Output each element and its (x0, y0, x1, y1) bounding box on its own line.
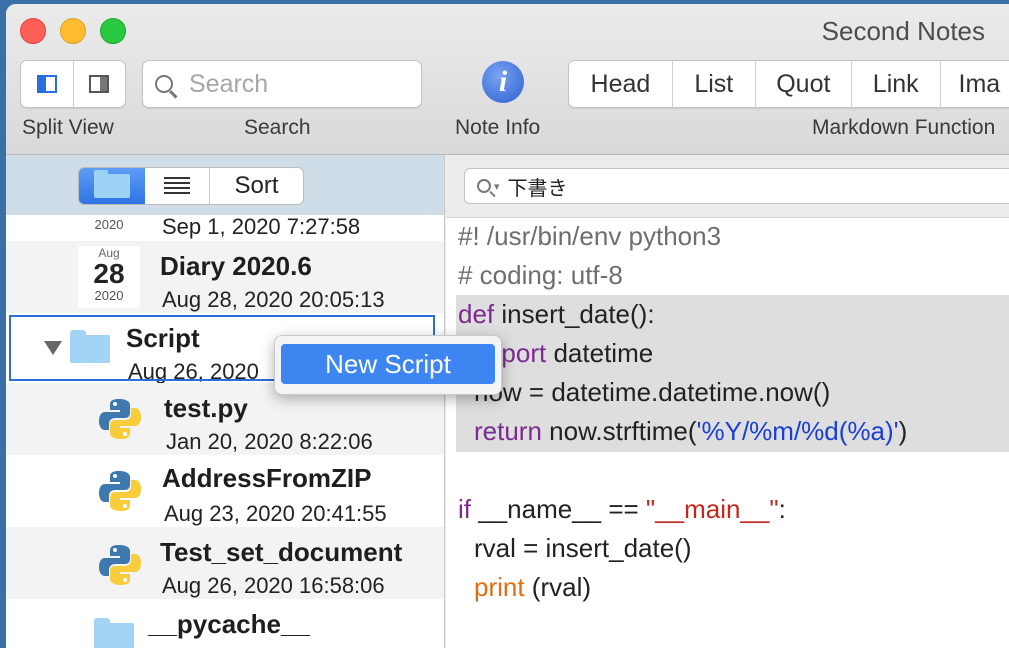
list-icon (164, 177, 190, 195)
code-line: if __name__ == "__main__": (458, 494, 786, 524)
python-file-icon (99, 399, 141, 439)
code-line: rval = insert_date() (474, 533, 692, 563)
folder-item-pycache[interactable]: __pycache__ (6, 599, 444, 648)
item-title: __pycache__ (148, 609, 310, 639)
find-input[interactable]: 下書き (508, 172, 568, 201)
item-title: Test_set_document (160, 537, 403, 567)
item-title: Diary 2020.6 (160, 251, 312, 281)
folder-icon (94, 618, 134, 648)
code-editor[interactable]: ▾ 下書き #! /usr/bin/env python3 # coding: … (446, 155, 1009, 648)
markdown-label: Markdown Function (812, 116, 996, 139)
minimize-window-button[interactable] (60, 18, 86, 44)
item-title: test.py (164, 393, 248, 423)
python-file-icon (99, 471, 141, 511)
chevron-down-icon[interactable]: ▾ (494, 180, 500, 193)
notes-sidebar: Sort 2020 Sep 1, 2020 7:27:58 Aug 28 202… (6, 155, 445, 648)
find-bar: ▾ 下書き (446, 155, 1009, 218)
md-list-button[interactable]: List (673, 61, 756, 107)
item-date: Aug 23, 2020 20:41:55 (164, 501, 387, 526)
python-file-icon (99, 545, 141, 585)
markdown-function-control: Head List Quot Link Ima (568, 60, 1009, 108)
titlebar-toolbar: Second Notes i Head List Quot Link Ima S… (6, 4, 1009, 155)
item-date: Jan 20, 2020 8:22:06 (166, 429, 373, 454)
item-date: Aug 26, 2020 16:58:06 (162, 573, 385, 598)
md-image-button[interactable]: Ima (941, 61, 1009, 107)
code-line: def insert_date(): (458, 299, 655, 329)
code-line: # coding: utf-8 (458, 260, 623, 290)
md-quot-button[interactable]: Quot (756, 61, 852, 107)
note-info-label: Note Info (455, 116, 541, 139)
show-sidebar-button[interactable] (21, 61, 74, 107)
split-view-control (20, 60, 126, 108)
list-item[interactable]: Test_set_document Aug 26, 2020 16:58:06 (6, 527, 444, 599)
calendar-icon: 2020 (78, 215, 140, 239)
split-view-label: Split View (22, 116, 114, 139)
search-input[interactable] (187, 68, 411, 100)
search-icon (155, 75, 173, 93)
code-line: #! /usr/bin/env python3 (458, 221, 722, 251)
calendar-icon: Aug 28 2020 (78, 246, 140, 308)
item-date: Aug 28, 2020 20:05:13 (162, 287, 385, 312)
folder-view-button[interactable] (79, 168, 145, 204)
list-view-button[interactable] (145, 168, 210, 204)
context-menu: New Script (274, 335, 502, 395)
search-icon (477, 179, 491, 193)
app-window: Second Notes i Head List Quot Link Ima S… (6, 4, 1009, 648)
list-item[interactable]: 2020 Sep 1, 2020 7:27:58 (6, 214, 444, 241)
sidebar-right-icon (89, 75, 110, 93)
code-line: print (rval) (474, 572, 592, 602)
item-date: Sep 1, 2020 7:27:58 (162, 214, 361, 239)
sidebar-header: Sort (6, 155, 444, 215)
zoom-window-button[interactable] (100, 18, 126, 44)
code-line: now = datetime.datetime.now() (474, 377, 831, 407)
list-item[interactable]: AddressFromZIP Aug 23, 2020 20:41:55 (6, 455, 444, 527)
md-head-button[interactable]: Head (569, 61, 673, 107)
md-link-button[interactable]: Link (852, 61, 941, 107)
list-item[interactable]: Aug 28 2020 Diary 2020.6 Aug 28, 2020 20… (6, 241, 444, 313)
code-line: return now.strftime('%Y/%m/%d(%a)') (474, 416, 908, 446)
sidebar-left-icon (36, 75, 57, 93)
search-field[interactable] (142, 60, 422, 108)
new-script-menu-item[interactable]: New Script (281, 344, 495, 384)
show-preview-button[interactable] (74, 61, 126, 107)
note-info-button[interactable]: i (482, 61, 524, 103)
view-mode-control: Sort (78, 167, 304, 205)
search-label: Search (244, 116, 311, 139)
close-window-button[interactable] (20, 18, 46, 44)
window-title: Second Notes (821, 16, 985, 46)
find-field[interactable]: ▾ 下書き (464, 168, 1009, 204)
item-title: AddressFromZIP (162, 463, 372, 493)
folder-icon (94, 170, 130, 198)
sort-button[interactable]: Sort (210, 168, 303, 204)
